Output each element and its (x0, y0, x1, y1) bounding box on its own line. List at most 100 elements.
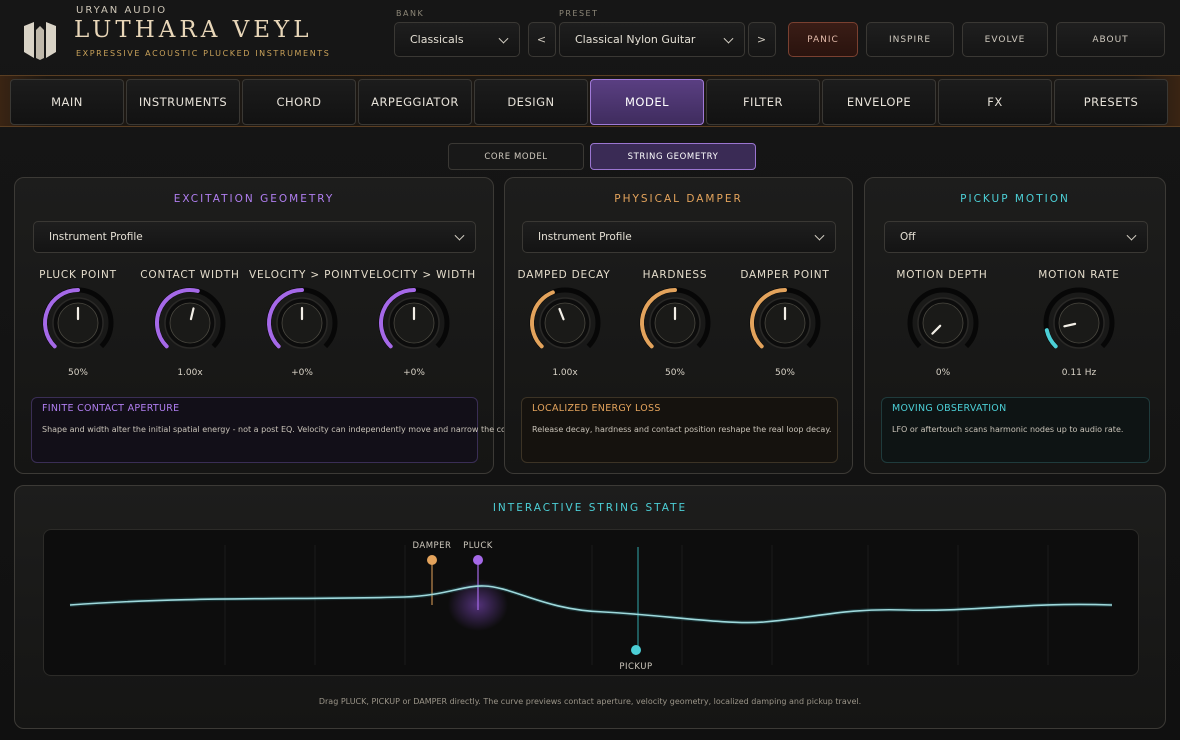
product-title: LUTHARA VEYL (74, 17, 313, 43)
prev-preset-button[interactable]: < (528, 22, 556, 57)
tab-fx[interactable]: FX (938, 79, 1052, 125)
string-display[interactable]: DAMPER PLUCK PICKUP (43, 529, 1139, 676)
excitation-profile-dropdown[interactable]: Instrument Profile (33, 221, 476, 253)
logo-icon (24, 22, 56, 60)
tab-chord[interactable]: CHORD (242, 79, 356, 125)
pickup-title: PICKUP MOTION (960, 193, 1070, 205)
chevron-down-icon (454, 230, 465, 241)
subtab-core-model[interactable]: CORE MODEL (448, 143, 584, 170)
knob-label: PLUCK POINT (39, 269, 117, 281)
knob-cap (1058, 302, 1100, 344)
string-glow (69, 583, 1113, 625)
info-text: LFO or aftertouch scans harmonic nodes u… (892, 425, 1124, 434)
company-name: URYAN AUDIO (76, 5, 168, 16)
panic-button[interactable]: PANIC (788, 22, 858, 57)
string-curve (69, 585, 1113, 624)
chevron-down-icon (1126, 230, 1137, 241)
velocity-point-knob[interactable] (264, 285, 340, 361)
info-title: LOCALIZED ENERGY LOSS (532, 403, 661, 414)
product-tagline: EXPRESSIVE ACOUSTIC PLUCKED INSTRUMENTS (76, 49, 331, 58)
main-nav: MAIN INSTRUMENTS CHORD ARPEGGIATOR DESIG… (0, 75, 1180, 127)
pluck-handle[interactable] (473, 555, 483, 565)
motion-rate-knob[interactable] (1041, 285, 1117, 361)
knob-label: MOTION DEPTH (896, 269, 988, 281)
tab-main[interactable]: MAIN (10, 79, 124, 125)
damper-info-box: LOCALIZED ENERGY LOSS Release decay, har… (521, 397, 838, 463)
excitation-title: EXCITATION GEOMETRY (173, 193, 335, 205)
excitation-profile-value: Instrument Profile (49, 231, 143, 243)
about-button[interactable]: ABOUT (1056, 22, 1165, 57)
knob-cap (544, 302, 586, 344)
next-preset-button[interactable]: > (748, 22, 776, 57)
tab-presets[interactable]: PRESETS (1054, 79, 1168, 125)
pluck-point-knob[interactable] (40, 285, 116, 361)
info-title: MOVING OBSERVATION (892, 403, 1007, 414)
damper-handle[interactable] (427, 555, 437, 565)
knob-label: HARDNESS (642, 269, 708, 281)
pickup-panel: PICKUP MOTION Off MOTION DEPTH MOTION RA… (864, 177, 1166, 474)
hardness-knob[interactable] (637, 285, 713, 361)
damper-profile-value: Instrument Profile (538, 231, 632, 243)
knob-value: 1.00x (552, 368, 578, 378)
knob-value: 50% (664, 368, 685, 378)
subtab-string-geometry[interactable]: STRING GEOMETRY (590, 143, 756, 170)
chevron-down-icon (723, 33, 734, 44)
tab-filter[interactable]: FILTER (706, 79, 820, 125)
info-text: Release decay, hardness and contact posi… (532, 425, 832, 434)
damped-decay-knob[interactable] (527, 285, 603, 361)
pickup-info-box: MOVING OBSERVATION LFO or aftertouch sca… (881, 397, 1150, 463)
tab-model[interactable]: MODEL (590, 79, 704, 125)
pickup-label: PICKUP (619, 662, 652, 672)
info-text: Shape and width alter the initial spatia… (42, 425, 530, 434)
damper-title: PHYSICAL DAMPER (614, 193, 743, 205)
preset-dropdown[interactable]: Classical Nylon Guitar (559, 22, 745, 57)
knob-cap (169, 302, 211, 344)
knob-label: CONTACT WIDTH (140, 269, 240, 281)
string-canvas: DAMPER PLUCK PICKUP (69, 541, 1113, 672)
excitation-panel: EXCITATION GEOMETRY Instrument Profile P… (14, 177, 529, 474)
knob-value-arc (1044, 328, 1058, 349)
tab-instruments[interactable]: INSTRUMENTS (126, 79, 240, 125)
damper-label: DAMPER (413, 541, 452, 551)
chevron-down-icon (498, 33, 509, 44)
bank-dropdown[interactable]: Classicals (394, 22, 520, 57)
contact-width-knob[interactable] (152, 285, 228, 361)
knob-value: +0% (291, 368, 313, 378)
pickup-mode-dropdown[interactable]: Off (884, 221, 1148, 253)
string-hint: Drag PLUCK, PICKUP or DAMPER directly. T… (318, 697, 862, 706)
motion-depth-knob[interactable] (905, 285, 981, 361)
knob-value: 50% (67, 368, 88, 378)
string-state-title: INTERACTIVE STRING STATE (492, 502, 688, 514)
damper-panel: PHYSICAL DAMPER Instrument Profile DAMPE… (504, 177, 853, 474)
excitation-info-box: FINITE CONTACT APERTURE Shape and width … (31, 397, 529, 463)
chevron-down-icon (814, 230, 825, 241)
pickup-handle[interactable] (631, 645, 641, 655)
velocity-width-knob[interactable] (376, 285, 452, 361)
bank-label: BANK (396, 9, 425, 18)
pluck-label: PLUCK (463, 541, 493, 551)
preset-label: PRESET (559, 9, 599, 18)
knob-cap (922, 302, 964, 344)
inspire-button[interactable]: INSPIRE (866, 22, 954, 57)
damper-profile-dropdown[interactable]: Instrument Profile (522, 221, 836, 253)
evolve-button[interactable]: EVOLVE (962, 22, 1048, 57)
preset-value: Classical Nylon Guitar (575, 33, 696, 46)
info-title: FINITE CONTACT APERTURE (42, 403, 180, 414)
bank-value: Classicals (410, 33, 464, 46)
knob-label: MOTION RATE (1038, 269, 1120, 281)
tab-arpeggiator[interactable]: ARPEGGIATOR (358, 79, 472, 125)
knob-label: VELOCITY > WIDTH (361, 269, 476, 281)
tab-envelope[interactable]: ENVELOPE (822, 79, 936, 125)
knob-label: VELOCITY > POINT (249, 269, 361, 281)
tab-design[interactable]: DESIGN (474, 79, 588, 125)
damper-point-knob[interactable] (747, 285, 823, 361)
pickup-mode-value: Off (900, 231, 916, 243)
knob-label: DAMPER POINT (740, 269, 830, 281)
knob-value: 50% (774, 368, 795, 378)
knob-value: 1.00x (177, 368, 203, 378)
knob-value: +0% (403, 368, 425, 378)
knob-label: DAMPED DECAY (517, 269, 611, 281)
string-state-panel: INTERACTIVE STRING STATE DAMPER PLUCK PI… (14, 485, 1166, 729)
knob-value: 0% (935, 368, 951, 378)
knob-value: 0.11 Hz (1061, 368, 1097, 378)
